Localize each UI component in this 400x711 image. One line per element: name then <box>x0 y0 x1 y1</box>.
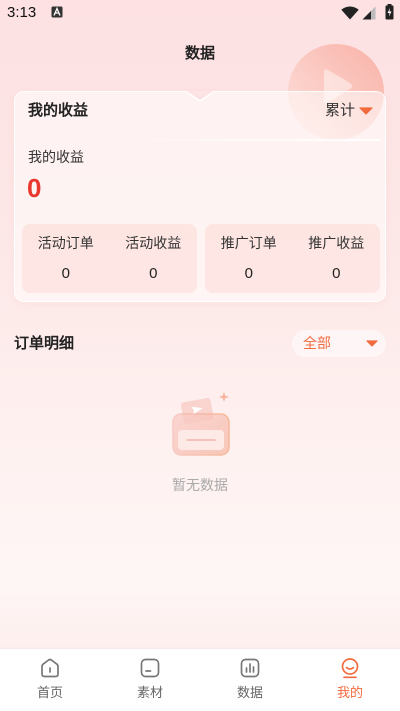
activity-stats-box: 活动订单 0 活动收益 0 <box>22 224 197 293</box>
material-icon <box>140 658 160 678</box>
promotion-stats-box: 推广订单 0 推广收益 0 <box>205 224 380 293</box>
stat-value: 0 <box>332 265 341 282</box>
period-selector[interactable]: 累计 <box>322 99 378 123</box>
caret-down-icon <box>359 107 373 115</box>
card-divider <box>100 139 380 141</box>
caret-down-icon <box>366 340 378 347</box>
stat-value: 0 <box>149 265 158 282</box>
stat-label: 推广收益 <box>308 235 365 251</box>
battery-icon <box>385 4 394 20</box>
status-bar: 3:13 <box>0 0 400 26</box>
empty-state-text: 暂无数据 <box>172 477 228 493</box>
chart-icon <box>240 658 260 678</box>
order-filter-dropdown[interactable]: 全部 <box>292 330 386 357</box>
stat-value: 0 <box>244 265 253 282</box>
total-earnings-label: 我的收益 <box>28 149 84 165</box>
card-title: 我的收益 <box>28 102 89 119</box>
nav-item-home[interactable]: 首页 <box>0 649 100 711</box>
empty-box-icon <box>172 392 230 456</box>
status-time: 3:13 <box>7 4 37 21</box>
nav-label: 首页 <box>36 685 63 700</box>
card-notch <box>186 90 214 102</box>
order-filter-label: 全部 <box>303 335 331 351</box>
promotion-earnings-stat: 推广收益 0 <box>293 224 381 293</box>
order-details-title: 订单明细 <box>14 335 75 352</box>
nav-label: 数据 <box>236 685 263 700</box>
activity-earnings-stat: 活动收益 0 <box>110 224 198 293</box>
promotion-orders-stat: 推广订单 0 <box>205 224 293 293</box>
total-earnings-value: 0 <box>27 173 42 203</box>
period-selector-label: 累计 <box>325 102 356 119</box>
nav-label: 素材 <box>136 685 163 700</box>
nav-item-data[interactable]: 数据 <box>200 649 300 711</box>
bottom-nav: 首页 素材 数据 我的 <box>0 648 400 711</box>
stat-label: 推广订单 <box>220 235 277 251</box>
a-notification-icon <box>51 6 63 18</box>
stat-value: 0 <box>61 265 70 282</box>
nav-item-profile[interactable]: 我的 <box>300 649 400 711</box>
profile-icon <box>341 658 359 679</box>
stat-label: 活动收益 <box>125 235 182 251</box>
nav-item-material[interactable]: 素材 <box>100 649 200 711</box>
activity-orders-stat: 活动订单 0 <box>22 224 110 293</box>
signal-icon <box>362 6 376 20</box>
nav-label: 我的 <box>336 685 363 700</box>
wifi-icon <box>341 6 359 20</box>
stat-label: 活动订单 <box>37 235 94 251</box>
home-icon <box>41 658 59 678</box>
